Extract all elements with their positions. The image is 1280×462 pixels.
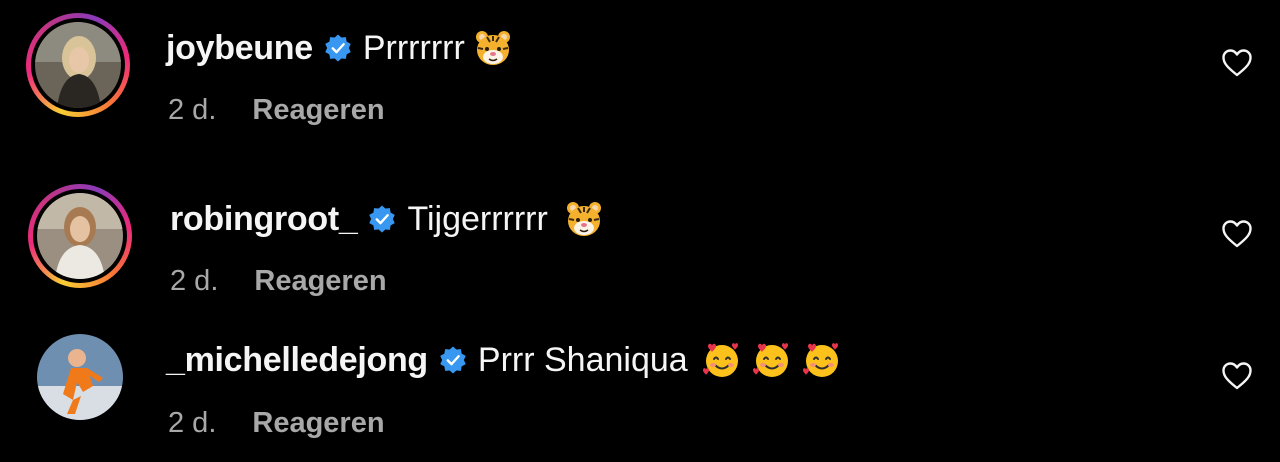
verified-badge-icon: [325, 34, 351, 62]
comment-timestamp: 2 d.: [168, 407, 217, 439]
comment-text: Tijgerrrrrr: [407, 199, 548, 238]
avatar[interactable]: [37, 334, 123, 420]
verified-badge-icon: [440, 346, 466, 374]
heart-outline-icon[interactable]: [1221, 219, 1253, 249]
verified-badge-icon: [369, 205, 396, 233]
avatar-photo: [37, 334, 123, 420]
comment-username[interactable]: _michelledejong: [166, 341, 428, 380]
comment-text: Prrrrrrr: [362, 28, 465, 67]
smiling-face-with-hearts-emoji: [702, 343, 738, 377]
reply-button[interactable]: Reageren: [254, 265, 386, 298]
smiling-face-with-hearts-emoji: [802, 343, 838, 377]
avatar[interactable]: [28, 184, 132, 288]
comment-timestamp: 2 d.: [170, 265, 219, 297]
avatar[interactable]: [26, 13, 130, 117]
comment-username[interactable]: joybeune: [166, 29, 313, 68]
smiling-face-with-hearts-emoji: [752, 343, 788, 377]
heart-outline-icon[interactable]: [1221, 361, 1253, 391]
tiger-face-emoji: [475, 31, 510, 65]
comment-text: Prrr Shaniqua: [477, 340, 688, 379]
comment-username[interactable]: robingroot_: [170, 200, 358, 239]
heart-outline-icon[interactable]: [1221, 48, 1253, 78]
reply-button[interactable]: Reageren: [252, 407, 384, 440]
avatar-photo: [37, 193, 123, 279]
tiger-face-emoji: [566, 202, 601, 236]
comment-timestamp: 2 d.: [168, 94, 217, 126]
reply-button[interactable]: Reageren: [252, 94, 384, 127]
avatar-photo: [35, 22, 121, 108]
